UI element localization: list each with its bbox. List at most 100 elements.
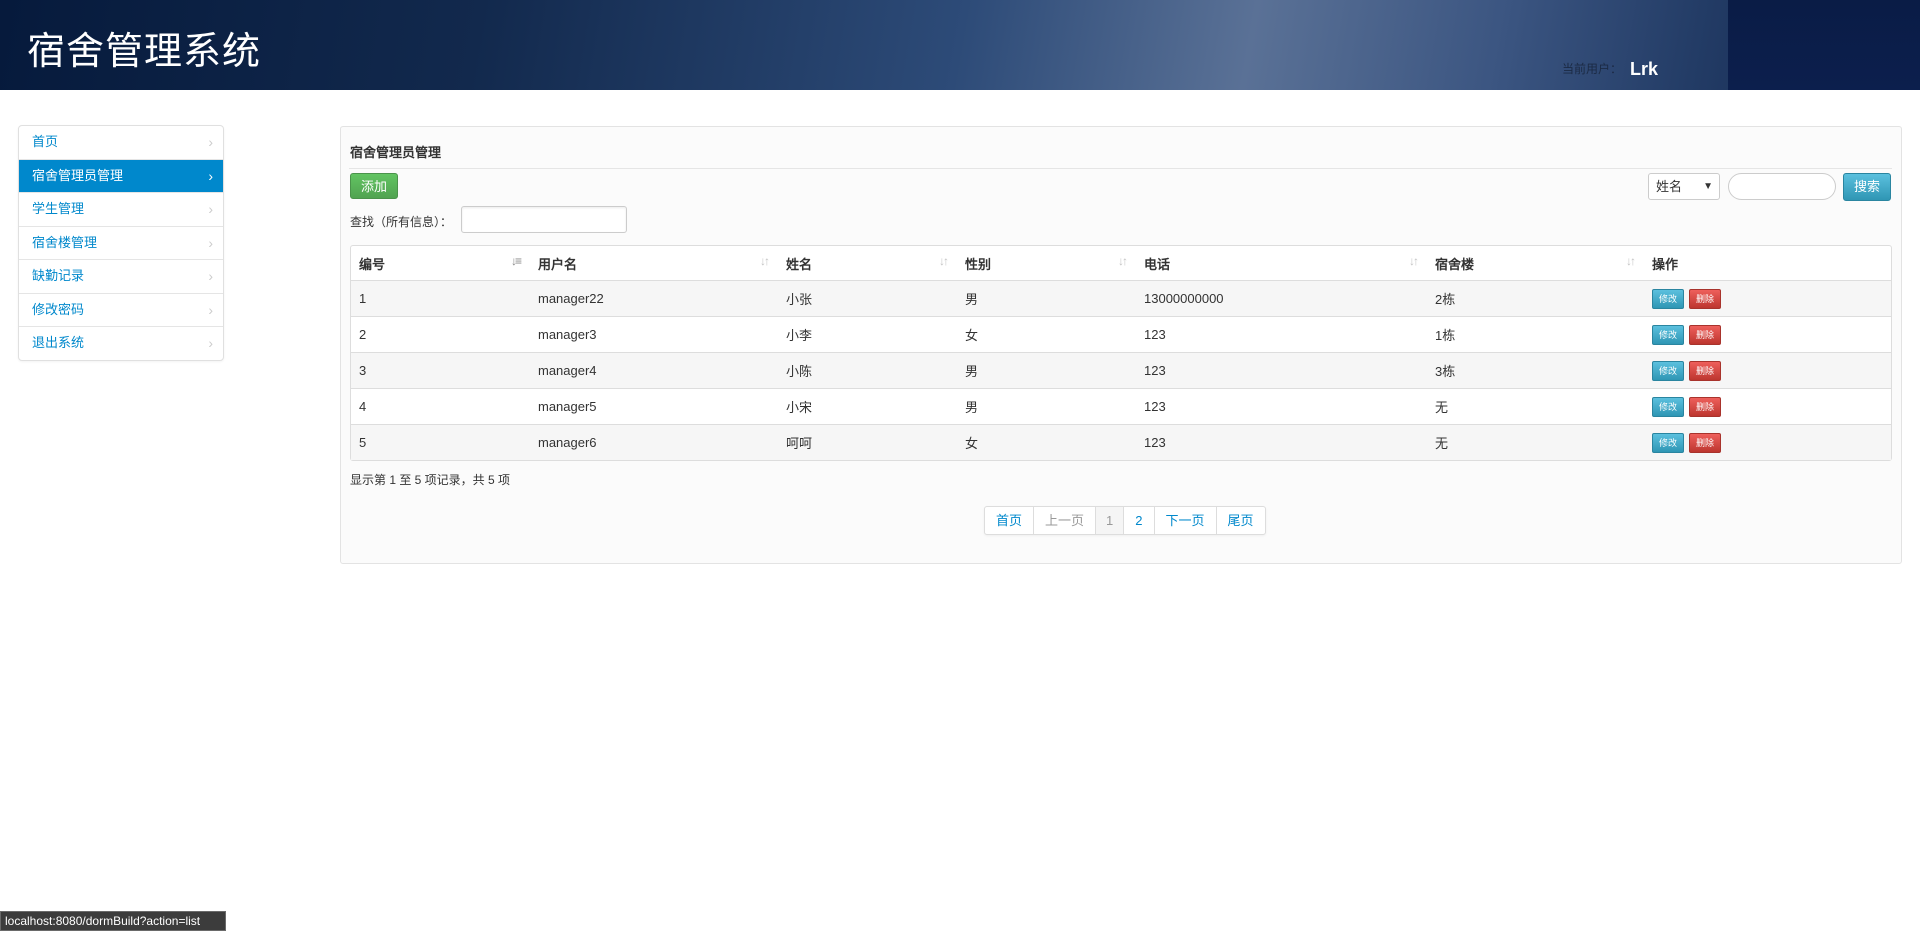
cell-actions: 修改 删除 [1644,424,1891,460]
sort-icon: ↓↑ [760,254,770,268]
page-next-link[interactable]: 下一页 [1153,507,1216,534]
sort-icon: ↓↑ [1409,254,1419,268]
cell-username: manager3 [530,316,778,352]
delete-button[interactable]: 删除 [1689,288,1722,309]
edit-button[interactable]: 修改 [1652,432,1685,453]
chevron-down-icon: ▼ [1703,181,1713,192]
cell-username: manager4 [530,352,778,388]
sidebar-item-label: 宿舍楼管理 [32,234,98,250]
column-header-name[interactable]: 姓名 ↓↑ [778,246,957,281]
chevron-right-icon: › [208,234,213,251]
chevron-right-icon: › [208,134,213,150]
sidebar-item-dorm-manager[interactable]: 宿舍管理员管理 › [19,158,223,192]
sidebar-item-label: 缺勤记录 [32,268,85,283]
app-title: 宿舍管理系统 [27,29,262,73]
search-input[interactable] [1728,173,1836,200]
column-header-id[interactable]: 编号 ↓≡ [351,246,530,281]
current-user-label: 当前用户： [1562,62,1623,76]
delete-button[interactable]: 删除 [1689,432,1722,453]
search-field-select[interactable]: 姓名 ▼ [1648,173,1720,200]
edit-button[interactable]: 修改 [1652,288,1685,309]
sidebar-item-label: 退出系统 [32,335,85,350]
sidebar-item-buildings[interactable]: 宿舍楼管理 › [19,225,223,260]
column-header-gender[interactable]: 性别 ↓↑ [957,246,1136,281]
page-link-2[interactable]: 2 [1123,507,1153,534]
sidebar-item-home[interactable]: 首页 › [19,126,223,159]
cell-building: 1栋 [1427,316,1644,352]
cell-actions: 修改 删除 [1644,388,1891,424]
column-header-label: 性别 [965,256,992,272]
sort-icon: ↓↑ [939,254,949,268]
table-row: 3 manager4 小陈 男 123 3栋 修改 删除 [351,352,1891,388]
edit-button[interactable]: 修改 [1652,324,1685,345]
chevron-right-icon: › [208,268,213,284]
cell-gender: 男 [957,352,1136,388]
cell-actions: 修改 删除 [1644,352,1891,388]
cell-phone: 123 [1136,352,1427,388]
cell-id: 2 [351,316,530,352]
cell-name: 小张 [778,281,957,316]
column-header-label: 电话 [1144,256,1171,272]
column-header-phone[interactable]: 电话 ↓↑ [1136,246,1427,281]
cell-building: 2栋 [1427,281,1644,316]
column-header-label: 宿舍楼 [1435,256,1475,272]
cell-id: 1 [351,281,530,316]
sidebar-item-logout[interactable]: 退出系统 › [19,326,223,360]
record-info: 显示第 1 至 5 项记录，共 5 项 [350,473,511,487]
table-row: 4 manager5 小宋 男 123 无 修改 删除 [351,388,1891,424]
search-button[interactable]: 搜索 [1843,173,1891,201]
find-input[interactable] [461,206,627,233]
sort-asc-icon: ↓≡ [510,254,522,268]
cell-phone: 13000000000 [1136,281,1427,316]
edit-button[interactable]: 修改 [1652,396,1685,417]
sidebar-item-label: 学生管理 [32,201,85,216]
search-field-value: 姓名 [1656,179,1683,194]
add-button[interactable]: 添加 [350,173,398,199]
table-row: 2 manager3 小李 女 123 1栋 修改 删除 [351,316,1891,352]
cell-phone: 123 [1136,316,1427,352]
column-header-username[interactable]: 用户名 ↓↑ [530,246,778,281]
cell-id: 5 [351,424,530,460]
column-header-actions: 操作 [1644,246,1891,281]
cell-gender: 男 [957,281,1136,316]
sidebar-item-students[interactable]: 学生管理 › [19,192,223,226]
page-first-link[interactable]: 首页 [985,507,1033,534]
cell-building: 3栋 [1427,352,1644,388]
sidebar-item-absence[interactable]: 缺勤记录 › [19,259,223,293]
delete-button[interactable]: 删除 [1689,324,1722,345]
cell-id: 3 [351,352,530,388]
column-header-label: 用户名 [538,256,578,272]
cell-building: 无 [1427,388,1644,424]
delete-button[interactable]: 删除 [1689,396,1722,417]
chevron-right-icon: › [208,167,213,184]
header-right-block [1728,0,1920,90]
column-header-building[interactable]: 宿舍楼 ↓↑ [1427,246,1644,281]
sidebar-nav: 首页 › 宿舍管理员管理 › 学生管理 › 宿舍楼管理 › 缺勤记录 › 修改密… [18,125,224,361]
chevron-right-icon: › [208,335,213,351]
sidebar-item-label: 修改密码 [32,301,85,317]
page-last-link[interactable]: 尾页 [1215,507,1265,534]
current-user-name: Lrk [1630,59,1659,79]
cell-gender: 男 [957,388,1136,424]
page-title: 宿舍管理员管理 [350,145,442,160]
table-row: 1 manager22 小张 男 13000000000 2栋 修改 删除 [351,281,1891,316]
edit-button[interactable]: 修改 [1652,360,1685,381]
pagination: 首页 上一页 1 2 下一页 尾页 [984,506,1266,535]
sort-icon: ↓↑ [1626,254,1636,268]
sidebar-item-change-password[interactable]: 修改密码 › [19,292,223,327]
cell-id: 4 [351,388,530,424]
divider [349,168,1892,169]
column-header-label: 姓名 [786,256,813,272]
table-row: 5 manager6 呵呵 女 123 无 修改 删除 [351,424,1891,460]
cell-name: 小李 [778,316,957,352]
delete-button[interactable]: 删除 [1689,360,1722,381]
chevron-right-icon: › [208,201,213,217]
page-link-1[interactable]: 1 [1095,507,1124,534]
sidebar-item-label: 宿舍管理员管理 [32,167,124,183]
column-header-label: 编号 [359,256,386,272]
app-header: 宿舍管理系统 当前用户： Lrk [0,0,1920,90]
status-bar-url: localhost:8080/dormBuild?action=list [0,911,226,931]
cell-phone: 123 [1136,424,1427,460]
page-prev-link[interactable]: 上一页 [1033,507,1095,534]
sort-icon: ↓↑ [1118,254,1128,268]
